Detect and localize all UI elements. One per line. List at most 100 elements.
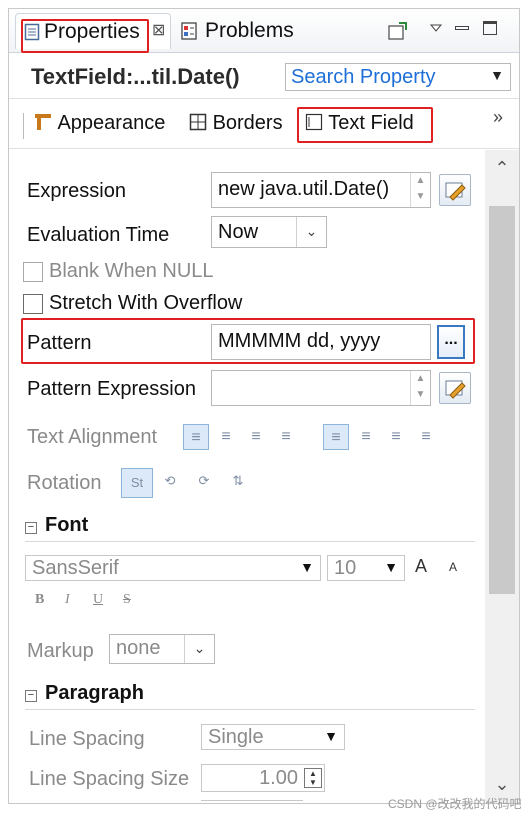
view-menu-icon[interactable]	[429, 23, 443, 33]
section-tabs: Appearance Borders Text Field »	[9, 99, 519, 149]
font-size-value: 10	[334, 557, 357, 579]
chevron-down-icon[interactable]: ▼	[490, 67, 504, 83]
align-bottom-icon[interactable]: ≡	[383, 424, 409, 450]
more-tabs-chevron-icon[interactable]: »	[493, 107, 503, 128]
blank-when-null-label: Blank When NULL	[49, 260, 214, 282]
search-property-placeholder: Search Property	[291, 66, 436, 88]
align-middle-icon[interactable]: ≡	[353, 424, 379, 450]
problems-tab[interactable]: Problems	[179, 19, 319, 49]
rotation-label: Rotation	[27, 472, 102, 494]
italic-icon[interactable]: I	[65, 592, 70, 608]
spinner-down-icon[interactable]: ▼	[411, 189, 430, 205]
scrollbar-thumb[interactable]	[489, 206, 515, 594]
rotation-right-icon[interactable]: ⟳	[191, 468, 217, 494]
vertical-scrollbar[interactable]: ⌃ ⌄	[485, 150, 519, 803]
rotation-upside-down-icon[interactable]: ⇅	[225, 468, 251, 494]
problems-tab-label: Problems	[205, 19, 294, 42]
align-top-icon[interactable]: ≡	[323, 424, 349, 450]
maximize-icon[interactable]	[483, 21, 497, 35]
line-spacing-size-spinner[interactable]: ▲ ▼	[304, 768, 322, 788]
stretch-with-overflow-label: Stretch With Overflow	[49, 292, 243, 314]
expression-spinner[interactable]: ▲ ▼	[410, 173, 430, 207]
properties-view: Properties ⊠ Problems TextField:...til.D…	[8, 8, 520, 804]
font-section-collapse-icon[interactable]: −	[25, 522, 37, 534]
paragraph-section-divider	[25, 709, 475, 710]
search-property-combo[interactable]: Search Property ▼	[285, 63, 511, 91]
appearance-icon	[35, 114, 51, 130]
view-tab-bar: Properties ⊠ Problems	[9, 9, 519, 53]
new-view-icon[interactable]	[387, 21, 409, 41]
line-spacing-select[interactable]: Single ▼	[201, 724, 345, 750]
tab-borders-label: Borders	[212, 112, 283, 134]
align-right-icon[interactable]: ≡	[243, 424, 269, 450]
font-family-select[interactable]: SansSerif ▼	[25, 555, 321, 581]
chevron-down-icon[interactable]: ▼	[300, 559, 314, 575]
expression-editor-icon	[445, 380, 466, 399]
evaluation-time-value: Now	[218, 221, 259, 243]
font-increase-icon[interactable]: A	[415, 556, 427, 577]
font-size-select[interactable]: 10 ▼	[327, 555, 405, 581]
expression-field[interactable]: new java.util.Date() ▲ ▼	[211, 172, 431, 208]
next-row-field-edge	[201, 800, 303, 803]
tab-appearance-label: Appearance	[57, 112, 166, 134]
align-left-icon[interactable]: ≡	[183, 424, 209, 450]
section-tabs-left-divider	[23, 113, 24, 139]
paragraph-section-header: Paragraph	[45, 682, 144, 704]
expression-value: new java.util.Date()	[218, 178, 390, 200]
font-decrease-icon[interactable]: A	[449, 560, 457, 574]
blank-when-null-checkbox[interactable]	[23, 262, 43, 282]
line-spacing-size-label: Line Spacing Size	[29, 768, 190, 790]
chevron-down-icon[interactable]: ⌄	[184, 635, 214, 663]
align-center-icon[interactable]: ≡	[213, 424, 239, 450]
spinner-down-icon[interactable]: ▼	[411, 387, 430, 403]
markup-label: Markup	[27, 640, 94, 662]
markup-select[interactable]: none ⌄	[109, 634, 215, 664]
underline-icon[interactable]: U	[93, 592, 103, 608]
markup-value: none	[116, 637, 161, 659]
line-spacing-label: Line Spacing	[29, 728, 145, 750]
line-spacing-size-value: 1.00	[259, 767, 298, 789]
font-family-value: SansSerif	[32, 557, 119, 579]
properties-content: Expression new java.util.Date() ▲ ▼ Evalu…	[9, 150, 519, 803]
borders-icon	[189, 113, 207, 131]
properties-tab-highlight	[21, 19, 149, 53]
selection-title: TextField:...til.Date()	[31, 64, 240, 89]
chevron-down-icon[interactable]: ⌄	[296, 217, 326, 247]
line-spacing-value: Single	[208, 726, 264, 748]
bold-icon[interactable]: B	[35, 592, 44, 608]
expression-edit-button[interactable]	[439, 174, 471, 206]
evaluation-time-select[interactable]: Now ⌄	[211, 216, 327, 248]
close-icon[interactable]: ⊠	[152, 20, 165, 40]
selection-title-bar: TextField:...til.Date() Search Property …	[9, 53, 519, 99]
text-alignment-label: Text Alignment	[27, 426, 158, 448]
spinner-up-icon[interactable]: ▲	[411, 173, 430, 189]
rotation-none-icon[interactable]: St	[121, 468, 153, 498]
tab-borders[interactable]: Borders	[189, 112, 283, 135]
rotation-left-icon[interactable]: ⟲	[157, 468, 183, 494]
tab-appearance[interactable]: Appearance	[33, 112, 165, 135]
expression-label: Expression	[27, 180, 126, 202]
stretch-with-overflow-checkbox[interactable]	[23, 294, 43, 314]
chevron-down-icon[interactable]: ▼	[324, 728, 338, 744]
text-field-tab-highlight	[297, 107, 433, 143]
paragraph-section-collapse-icon[interactable]: −	[25, 690, 37, 702]
pattern-expression-label: Pattern Expression	[27, 378, 196, 400]
problems-icon	[181, 22, 197, 40]
chevron-down-icon[interactable]: ▼	[384, 559, 398, 575]
watermark: CSDN @改改我的代码吧	[388, 797, 522, 811]
align-vertical-justify-icon[interactable]: ≡	[413, 424, 439, 450]
strikethrough-icon[interactable]: S	[123, 592, 131, 608]
align-justify-icon[interactable]: ≡	[273, 424, 299, 450]
pattern-expression-spinner[interactable]: ▲ ▼	[410, 371, 430, 405]
evaluation-time-label: Evaluation Time	[27, 224, 170, 246]
scroll-up-icon[interactable]: ⌃	[485, 158, 519, 188]
minimize-icon[interactable]	[455, 26, 469, 30]
font-section-divider	[25, 541, 475, 542]
spinner-up-icon[interactable]: ▲	[411, 371, 430, 387]
line-spacing-size-field[interactable]: 1.00 ▲ ▼	[201, 764, 325, 792]
expression-editor-icon	[445, 182, 466, 201]
pattern-expression-edit-button[interactable]	[439, 372, 471, 404]
pattern-row-highlight	[21, 318, 475, 364]
font-section-header: Font	[45, 514, 89, 536]
pattern-expression-field[interactable]: ▲ ▼	[211, 370, 431, 406]
